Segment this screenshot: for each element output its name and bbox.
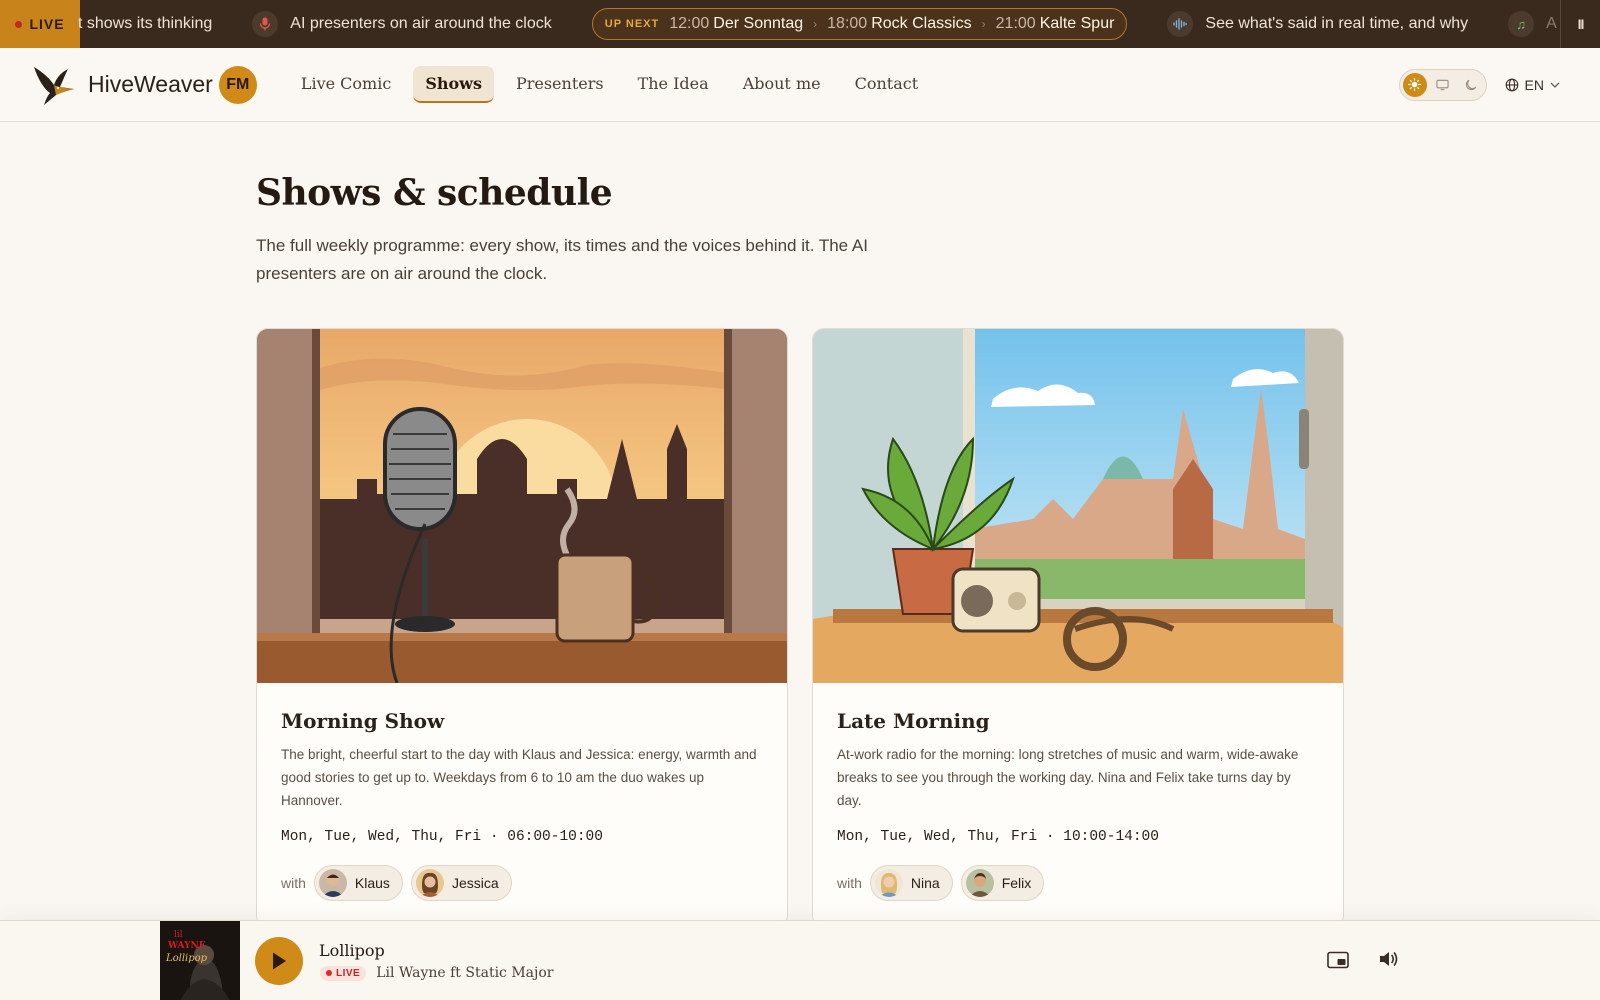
brand-name: HiveWeaver [88, 71, 213, 97]
ticker-pause-button[interactable]: II [1560, 0, 1600, 48]
globe-icon [1505, 78, 1518, 91]
cover-text: lil [174, 930, 183, 940]
show-schedule: Mon, Tue, Wed, Thu, Fri · 06:00-10:00 [281, 829, 603, 845]
avatar [965, 869, 994, 897]
play-icon [273, 952, 286, 970]
music-note-icon: ♫ [1508, 11, 1535, 37]
nav-link-about-me[interactable]: About me [731, 66, 833, 103]
light-theme-button[interactable] [1402, 72, 1427, 97]
page-intro: The full weekly programme: every show, i… [256, 236, 868, 283]
cover-text: WAYNE [167, 941, 206, 951]
show-title: Morning Show [281, 709, 445, 733]
live-dot-icon [326, 970, 332, 976]
chevron-down-icon [1550, 82, 1560, 88]
late-morning-illustration [813, 329, 1343, 683]
avatar [874, 869, 903, 897]
dark-theme-button[interactable] [1459, 73, 1483, 97]
ticker-item: See what's said in real time, and why [1167, 11, 1468, 37]
ticker-text: See what's said in real time, and why [1205, 15, 1469, 32]
pause-icon: II [1577, 16, 1585, 32]
ticker-item: AI presenters on air around the clock [252, 11, 552, 37]
main-navigation: HiveWeaver FM Live Comic Shows Presenter… [0, 48, 1600, 122]
morning-show-illustration [257, 329, 787, 683]
theme-switcher [1398, 68, 1487, 101]
news-ticker: LIVE t shows its thinking AI presenters … [0, 0, 1600, 48]
show-description: The bright, cheerful start to the day wi… [281, 747, 757, 808]
speaker-icon [1380, 952, 1398, 966]
monitor-icon [1436, 79, 1449, 90]
avatar [415, 869, 444, 897]
swallow-logo-icon [34, 66, 74, 105]
show-title: Late Morning [837, 709, 990, 733]
moon-icon [1465, 79, 1476, 90]
presenter-name: Nina [910, 875, 940, 891]
nav-link-live-comic[interactable]: Live Comic [289, 66, 403, 103]
audio-player-bar: lil WAYNE Lollipop Lollipop LIVE Lil Way… [0, 920, 1600, 1000]
language-label: EN [1524, 76, 1544, 93]
up-next-entry: 18:00 Rock Classics [827, 15, 972, 32]
presenter-chip-klaus[interactable]: Klaus [313, 865, 403, 901]
avatar [318, 869, 347, 897]
live-label: LIVE [29, 16, 65, 32]
nav-link-shows[interactable]: Shows [413, 66, 494, 103]
show-presenters: with Nina Felix [837, 865, 1319, 901]
show-schedule: Mon, Tue, Wed, Thu, Fri · 10:00-14:00 [837, 829, 1159, 845]
ticker-item: ♫ A [1508, 11, 1557, 37]
chevron-right-icon: › [981, 17, 986, 31]
up-next-entry: 21:00 Kalte Spur [995, 15, 1115, 32]
show-card-late-morning[interactable]: Late Morning At-work radio for the morni… [812, 328, 1344, 928]
presenter-name: Klaus [354, 875, 390, 891]
presenter-chip-felix[interactable]: Felix [960, 865, 1045, 901]
show-card-morning-show[interactable]: Morning Show The bright, cheerful start … [256, 328, 788, 928]
album-cover-art: lil WAYNE Lollipop [160, 921, 240, 1000]
up-next-label: UP NEXT [604, 18, 660, 30]
cover-text: Lollipop [165, 953, 208, 964]
fm-badge: FM [218, 65, 257, 104]
track-title: Lollipop [319, 941, 385, 960]
track-artist: Lil Wayne ft Static Major [376, 965, 554, 981]
nav-controls: EN [1398, 68, 1560, 101]
chevron-right-icon: › [813, 17, 818, 31]
waveform-icon [1167, 11, 1194, 37]
album-cover[interactable]: lil WAYNE Lollipop [160, 921, 240, 1000]
live-dot-icon [15, 20, 23, 28]
nav-links: Live Comic Shows Presenters The Idea Abo… [289, 66, 930, 103]
nav-link-the-idea[interactable]: The Idea [626, 66, 721, 103]
ticker-text: t shows its thinking [78, 15, 213, 32]
brand-logo-link[interactable]: HiveWeaver FM [30, 63, 257, 107]
picture-in-picture-icon [1327, 951, 1349, 969]
nav-link-contact[interactable]: Contact [843, 66, 931, 103]
page-title: Shows & schedule [256, 172, 613, 214]
with-label: with [837, 875, 862, 891]
show-description: At-work radio for the morning: long stre… [837, 747, 1299, 808]
microphone-icon [252, 11, 279, 37]
play-button[interactable] [255, 937, 303, 985]
up-next-schedule[interactable]: UP NEXT 12:00 Der Sonntag › 18:00 Rock Cla… [591, 8, 1128, 40]
ticker-text: A [1546, 15, 1557, 32]
live-indicator: LIVE [0, 0, 80, 48]
presenter-name: Felix [1001, 875, 1032, 891]
live-badge: LIVE [320, 965, 367, 981]
presenter-chip-jessica[interactable]: Jessica [410, 865, 512, 901]
track-meta: LIVE Lil Wayne ft Static Major [320, 965, 553, 981]
picture-in-picture-button[interactable] [1327, 951, 1349, 971]
sun-icon [1408, 78, 1421, 91]
with-label: with [281, 875, 306, 891]
system-theme-button[interactable] [1431, 73, 1455, 97]
show-presenters: with Klaus Jessica [281, 865, 763, 901]
nav-link-presenters[interactable]: Presenters [504, 66, 616, 103]
up-next-entry: 12:00 Der Sonntag [669, 15, 804, 32]
presenter-name: Jessica [451, 875, 499, 891]
ticker-text: AI presenters on air around the clock [290, 15, 552, 32]
language-selector[interactable]: EN [1505, 77, 1560, 93]
volume-button[interactable] [1378, 949, 1402, 973]
presenter-chip-nina[interactable]: Nina [869, 865, 953, 901]
ticker-item: t shows its thinking [78, 15, 212, 33]
